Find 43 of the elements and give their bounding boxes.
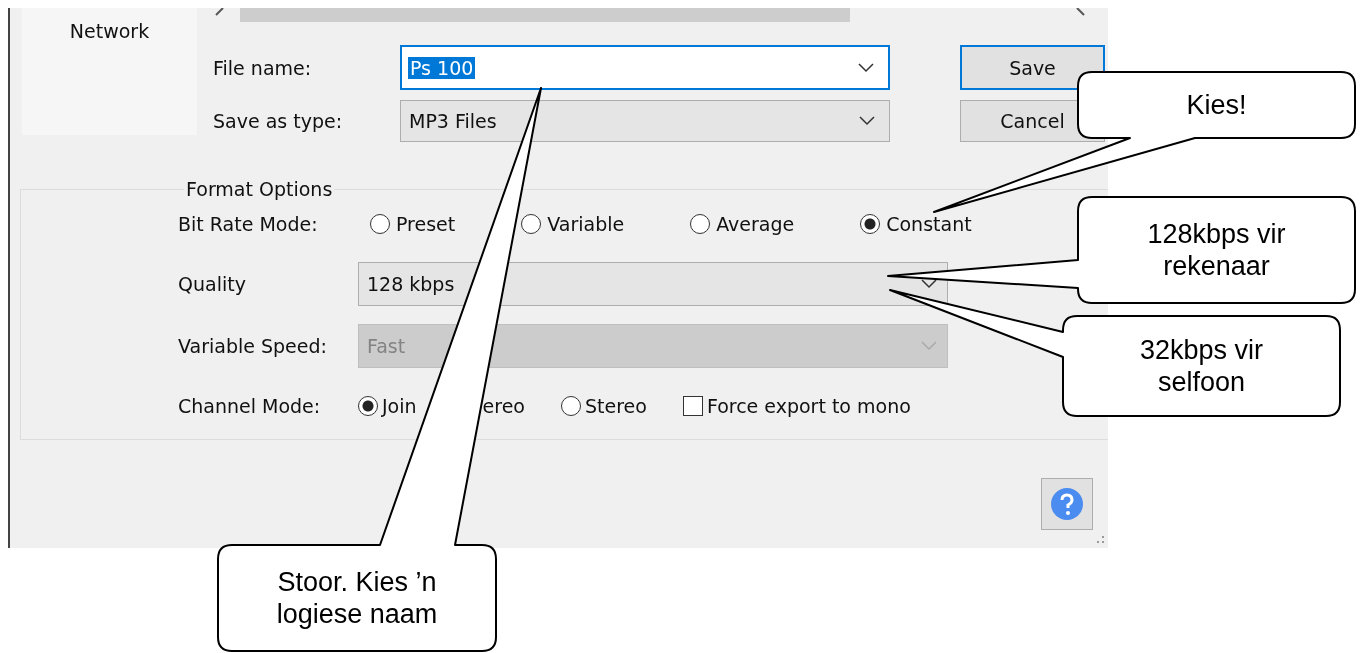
help-icon [1050, 487, 1084, 521]
dropdown-value: MP3 Files [408, 110, 498, 132]
caret-icon [921, 341, 937, 351]
callout-text: Kies! [1186, 88, 1247, 122]
dropdown[interactable]: 128 kbps [358, 262, 948, 306]
option-label: Variable Speed: [178, 335, 328, 357]
sidebar-item[interactable]: Network [69, 20, 150, 42]
file-type-dropdown[interactable]: MP3 Files [400, 100, 890, 142]
radio-button[interactable] [690, 214, 711, 234]
group-title: Format Options [185, 178, 334, 200]
file-name-field[interactable]: Ps 100 [400, 45, 890, 90]
field-value: Ps 100 [408, 56, 476, 79]
radio-button[interactable] [560, 396, 581, 416]
dropdown-value: Fast [366, 335, 407, 357]
dropdown-value: 128 kbps [366, 273, 456, 295]
resize-grip-icon[interactable] [1097, 536, 1105, 544]
checkbox[interactable] [682, 396, 703, 416]
callout-text: 128kbps vir rekenaar [1147, 217, 1286, 283]
radio-label[interactable]: ereo [482, 395, 525, 417]
callout-text: 32kbps vir selfoon [1139, 333, 1264, 399]
radio-label[interactable]: Variable [547, 213, 625, 235]
radio-label[interactable]: Average [716, 213, 795, 235]
radio-button[interactable] [860, 214, 881, 234]
caret-icon [858, 62, 874, 73]
option-label: Channel Mode: [178, 395, 322, 417]
field-label: Save as type: [213, 110, 344, 132]
scrollbar[interactable] [240, 8, 850, 22]
option-label: Bit Rate Mode: [178, 213, 319, 235]
option-label: Quality [178, 273, 247, 295]
callout-text: Stoor. Kies ’n logiese naam [276, 565, 438, 631]
radio-label[interactable]: Constant [886, 213, 972, 235]
radio-button[interactable] [521, 214, 542, 234]
help-button[interactable] [1041, 478, 1093, 530]
save-button[interactable]: Save [960, 45, 1105, 90]
caret-icon [859, 116, 875, 126]
checkbox-label[interactable]: Force export to mono [706, 395, 911, 417]
caret-icon [921, 279, 937, 289]
radio-button[interactable] [358, 396, 378, 416]
radio-label[interactable]: Stereo [584, 395, 647, 417]
field-label: File name: [213, 56, 313, 79]
radio-label[interactable]: Preset [396, 213, 456, 235]
radio-button[interactable] [370, 214, 390, 234]
radio-label[interactable]: Join [382, 395, 417, 417]
